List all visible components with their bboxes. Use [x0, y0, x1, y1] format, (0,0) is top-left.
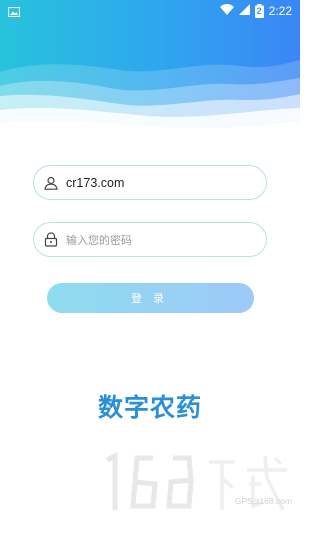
username-input[interactable] — [66, 175, 266, 190]
status-bar: 2 2:22 — [0, 0, 300, 22]
wave-decoration — [0, 60, 300, 150]
password-input[interactable] — [66, 232, 266, 247]
battery-icon: 2 — [254, 4, 264, 18]
gallery-notification-icon — [7, 2, 21, 21]
cell-signal-icon — [238, 4, 250, 18]
login-button[interactable]: 登录 — [47, 283, 254, 313]
watermark-logo — [105, 451, 287, 511]
wifi-icon — [219, 4, 234, 18]
lock-icon — [43, 232, 59, 248]
password-field[interactable] — [33, 222, 267, 257]
status-time: 2:22 — [268, 4, 292, 18]
user-icon — [43, 175, 59, 191]
status-left — [7, 2, 21, 21]
app-brand-name: 数字农药 — [97, 393, 202, 422]
status-right: 2 2:22 — [219, 4, 292, 18]
battery-level: 2 — [256, 6, 262, 16]
username-field[interactable] — [33, 165, 267, 200]
watermark-site: GPS.it168.com — [234, 496, 292, 506]
header-banner — [0, 0, 300, 150]
